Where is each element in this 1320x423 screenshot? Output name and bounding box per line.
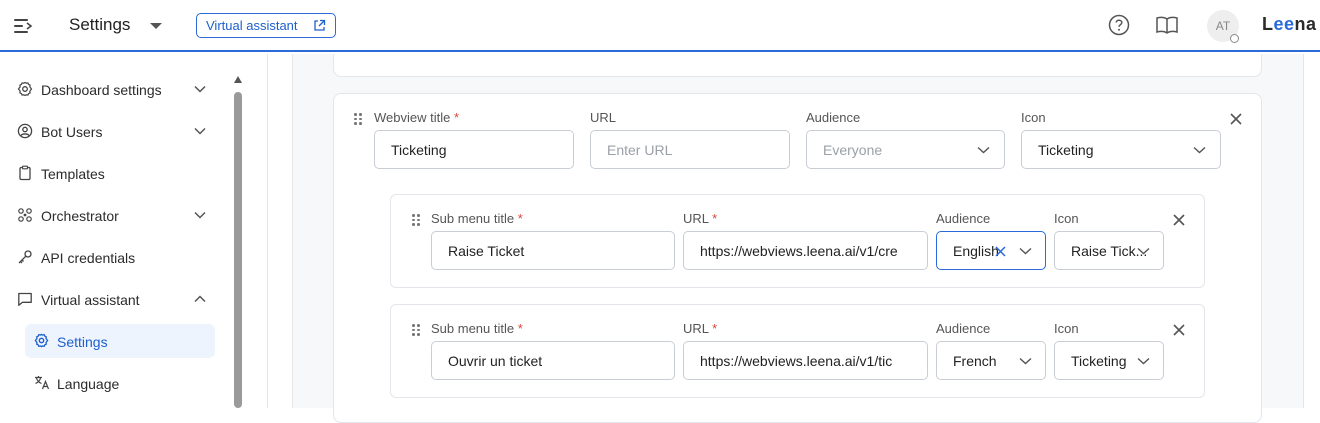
chevron-down-icon xyxy=(1193,146,1206,154)
submenu-icon-value: Raise Tick... xyxy=(1071,243,1148,259)
webview-url-label: URL xyxy=(590,110,617,125)
webview-audience-label: Audience xyxy=(806,110,861,125)
sidebar-subitem-settings[interactable]: Settings xyxy=(25,324,215,358)
clear-icon[interactable] xyxy=(995,246,1006,257)
sidebar-scrollbar[interactable] xyxy=(233,76,243,408)
translate-icon xyxy=(35,376,50,390)
scroll-thumb[interactable] xyxy=(234,92,242,408)
submenu-audience-label: Audience xyxy=(936,211,991,226)
previous-card xyxy=(333,54,1262,77)
submenu-icon-label: Icon xyxy=(1054,321,1079,336)
submenu-title-input[interactable]: Raise Ticket xyxy=(431,231,675,270)
brand-logo: Leena xyxy=(1262,14,1317,34)
submenu-audience-value: French xyxy=(953,353,997,369)
sidebar-item-orchestrator[interactable]: Orchestrator xyxy=(17,200,217,232)
submenu-url-input[interactable]: https://webviews.leena.ai/v1/tic xyxy=(683,341,928,380)
virtual-assistant-link[interactable]: Virtual assistant xyxy=(196,13,336,38)
drag-handle-icon[interactable] xyxy=(412,324,420,336)
chevron-up-icon xyxy=(194,295,206,303)
webview-icon-select[interactable]: Ticketing xyxy=(1021,130,1221,169)
webview-icon-value: Ticketing xyxy=(1038,142,1094,158)
webview-audience-select[interactable]: Everyone xyxy=(806,130,1005,169)
drag-handle-icon[interactable] xyxy=(354,113,362,125)
sidebar-item-virtual-assistant[interactable]: Virtual assistant xyxy=(17,284,217,316)
submenu-card: Sub menu title * Raise Ticket URL * http… xyxy=(390,194,1205,288)
chevron-down-icon xyxy=(977,146,990,154)
gear-icon xyxy=(34,333,49,348)
sidebar-item-label: API credentials xyxy=(41,250,136,266)
orchestrator-icon xyxy=(18,208,32,222)
main-content: Webview title * Ticketing URL Enter URL … xyxy=(248,54,1320,423)
chevron-down-icon xyxy=(194,85,206,93)
key-icon xyxy=(18,250,32,264)
help-icon[interactable] xyxy=(1108,14,1130,36)
sidebar-item-label: Virtual assistant xyxy=(41,292,140,308)
submenu-url-input[interactable]: https://webviews.leena.ai/v1/cre xyxy=(683,231,928,270)
sidebar-item-label: Bot Users xyxy=(41,124,103,140)
virtual-assistant-link-label: Virtual assistant xyxy=(206,18,298,33)
submenu-url-label: URL * xyxy=(683,321,718,336)
submenu-audience-value: English xyxy=(953,243,999,259)
status-indicator xyxy=(1230,34,1239,43)
webview-title-label: Webview title * xyxy=(374,110,460,125)
page-title: Settings xyxy=(69,15,131,34)
submenu-icon-select[interactable]: Ticketing xyxy=(1054,341,1164,380)
sidebar-item-templates[interactable]: Templates xyxy=(17,158,217,190)
collapse-menu-icon[interactable] xyxy=(14,16,36,36)
close-icon[interactable] xyxy=(1172,323,1186,337)
sidebar-subitem-label: Language xyxy=(57,376,120,392)
book-icon[interactable] xyxy=(1155,15,1179,35)
chevron-down-icon xyxy=(1019,357,1032,365)
title-dropdown-icon[interactable] xyxy=(150,23,162,29)
sidebar-subitem-label: Settings xyxy=(57,334,108,350)
close-icon[interactable] xyxy=(1172,213,1186,227)
submenu-title-label: Sub menu title * xyxy=(431,321,523,336)
webview-audience-value: Everyone xyxy=(823,142,883,158)
submenu-url-label: URL * xyxy=(683,211,718,226)
sidebar-item-label: Orchestrator xyxy=(41,208,119,224)
submenu-icon-select[interactable]: Raise Tick... xyxy=(1054,231,1164,270)
scroll-up-icon[interactable] xyxy=(234,76,242,83)
chevron-down-icon xyxy=(194,211,206,219)
webview-title-input[interactable]: Ticketing xyxy=(374,130,574,169)
sidebar: Dashboard settings Bot Users Templates O… xyxy=(0,54,248,408)
submenu-audience-select[interactable]: English xyxy=(936,231,1046,270)
external-link-icon xyxy=(314,19,326,31)
gear-icon xyxy=(17,81,33,97)
chevron-down-icon xyxy=(1137,357,1150,365)
submenu-title-label: Sub menu title * xyxy=(431,211,523,226)
chat-icon xyxy=(18,292,32,306)
webview-icon-label: Icon xyxy=(1021,110,1046,125)
user-circle-icon xyxy=(17,123,33,139)
submenu-title-input[interactable]: Ouvrir un ticket xyxy=(431,341,675,380)
sidebar-item-bot-users[interactable]: Bot Users xyxy=(17,116,217,148)
sidebar-item-api-credentials[interactable]: API credentials xyxy=(17,242,217,274)
sidebar-item-label: Dashboard settings xyxy=(41,82,162,98)
submenu-icon-label: Icon xyxy=(1054,211,1079,226)
webview-card: Webview title * Ticketing URL Enter URL … xyxy=(333,93,1262,423)
submenu-audience-select[interactable]: French xyxy=(936,341,1046,380)
top-bar: Settings Virtual assistant AT Leena xyxy=(0,0,1320,52)
chevron-down-icon xyxy=(1137,247,1150,255)
chevron-down-icon xyxy=(194,127,206,135)
close-icon[interactable] xyxy=(1229,112,1243,126)
sidebar-subitem-language[interactable]: Language xyxy=(25,366,215,400)
webview-url-input[interactable]: Enter URL xyxy=(590,130,790,169)
divider xyxy=(267,54,268,408)
sidebar-item-dashboard-settings[interactable]: Dashboard settings xyxy=(17,74,217,106)
clipboard-icon xyxy=(19,165,31,181)
sidebar-item-label: Templates xyxy=(41,166,105,182)
submenu-card: Sub menu title * Ouvrir un ticket URL * … xyxy=(390,304,1205,398)
submenu-icon-value: Ticketing xyxy=(1071,353,1127,369)
submenu-audience-label: Audience xyxy=(936,321,991,336)
chevron-down-icon xyxy=(1019,247,1032,255)
drag-handle-icon[interactable] xyxy=(412,214,420,226)
